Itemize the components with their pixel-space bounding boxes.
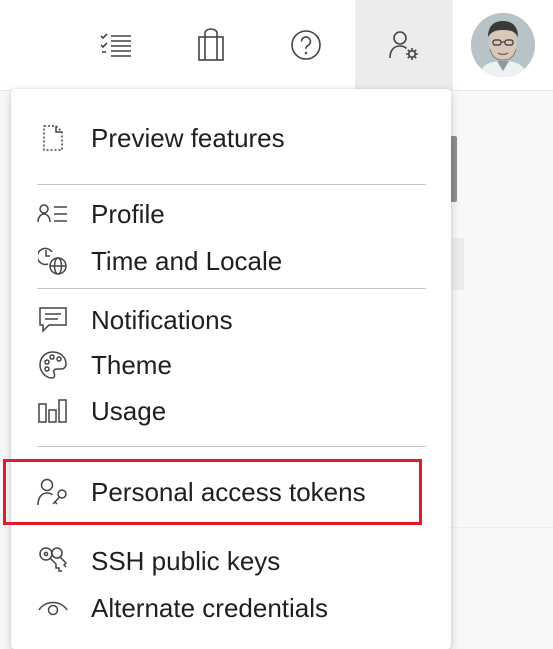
menu-item-alternate-credentials[interactable]: Alternate credentials [11,586,451,630]
menu-item-label: Notifications [91,305,233,335]
theme-icon [37,349,69,381]
user-settings-menu: Preview features Profile Time and Locale… [3,89,451,649]
menu-item-label: Theme [91,350,172,380]
user-settings-button[interactable] [355,0,453,90]
profile-avatar-button[interactable] [453,0,553,90]
menu-item-label: Alternate credentials [91,593,329,623]
preview-features-icon [37,122,69,154]
marketplace-button[interactable] [163,0,259,90]
menu-item-theme[interactable]: Theme [11,343,451,387]
usage-icon [37,395,69,427]
avatar [471,13,535,77]
menu-item-label: Usage [91,396,167,426]
shopping-bag-icon [198,28,224,61]
menu-item-label: Profile [91,199,165,229]
user-settings-icon [389,31,418,60]
menu-item-label: Preview features [91,123,285,153]
notifications-icon [37,304,69,336]
menu-item-preview-features[interactable]: Preview features [11,116,451,160]
menu-item-usage[interactable]: Usage [11,389,451,433]
page-background-panel [452,238,464,290]
ssh-keys-icon [37,545,69,577]
menu-item-label: SSH public keys [91,546,281,576]
menu-item-notifications[interactable]: Notifications [11,298,451,342]
avatar-face-icon [471,13,535,77]
menu-item-profile[interactable]: Profile [11,192,451,236]
personal-access-tokens-icon [37,476,69,508]
alternate-credentials-icon [37,592,69,624]
menu-item-label: Personal access tokens [91,477,366,507]
help-icon [291,30,321,60]
task-list-icon [100,33,131,57]
time-locale-icon [37,245,69,277]
menu-item-time-and-locale[interactable]: Time and Locale [11,239,451,283]
top-header-bar [0,0,553,91]
menu-separator [37,446,426,447]
menu-separator [37,288,426,289]
menu-item-ssh-public-keys[interactable]: SSH public keys [11,539,451,583]
help-button[interactable] [258,0,354,90]
profile-icon [37,198,69,230]
work-items-button[interactable] [68,0,164,90]
menu-item-personal-access-tokens[interactable]: Personal access tokens [3,459,422,525]
menu-separator [37,184,426,185]
menu-item-label: Time and Locale [91,246,283,276]
